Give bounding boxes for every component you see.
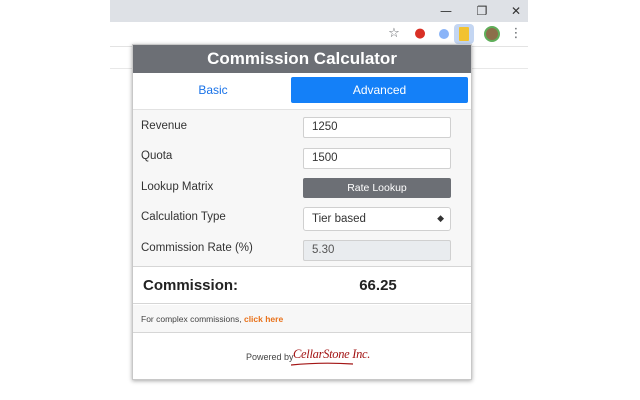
revenue-input[interactable]: 1250: [303, 117, 451, 138]
commission-calculator-extension-icon[interactable]: [454, 24, 474, 44]
mode-tabs: Basic Advanced: [133, 73, 471, 107]
commission-label: Commission:: [143, 277, 239, 294]
tab-basic[interactable]: Basic: [143, 77, 283, 103]
menu-kebab-icon[interactable]: ⋮: [508, 26, 524, 42]
calculation-type-value: Tier based: [312, 213, 366, 225]
revenue-label: Revenue: [141, 120, 188, 132]
cellarstone-logo[interactable]: CellarStone Inc.: [293, 347, 370, 362]
lookup-matrix-label: Lookup Matrix: [141, 181, 214, 193]
select-updown-icon: ◆: [437, 214, 444, 224]
commission-rate-label: Commission Rate (%): [141, 242, 253, 254]
popup-title: Commission Calculator: [133, 45, 471, 73]
note-text: For complex commissions,: [141, 314, 244, 324]
calculation-type-label: Calculation Type: [141, 211, 226, 223]
complex-commissions-note: For complex commissions, click here: [133, 305, 471, 333]
commission-value: 66.25: [359, 277, 397, 294]
star-icon[interactable]: ☆: [386, 26, 402, 42]
logo-swoosh-icon: [291, 362, 353, 366]
calculation-type-select[interactable]: Tier based ◆: [303, 207, 451, 231]
commission-rate-field: 5.30: [303, 240, 451, 261]
tab-advanced[interactable]: Advanced: [291, 77, 468, 103]
powered-by-text: Powered by: [246, 352, 294, 362]
click-here-link[interactable]: click here: [244, 314, 283, 324]
commission-calculator-popup: Commission Calculator Basic Advanced Rev…: [132, 44, 472, 380]
red-extension-icon[interactable]: ●: [412, 26, 428, 42]
profile-avatar-icon[interactable]: [484, 26, 500, 42]
popup-footer: Powered by CellarStone Inc.: [133, 334, 471, 379]
quota-input[interactable]: 1500: [303, 148, 451, 169]
blue-dot-extension-icon[interactable]: [439, 29, 449, 39]
quota-label: Quota: [141, 150, 173, 162]
browser-titlebar: — ❐ ✕: [110, 0, 528, 22]
calculator-form: Revenue 1250 Quota 1500 Lookup Matrix Ra…: [133, 109, 471, 267]
close-icon[interactable]: ✕: [508, 3, 524, 19]
restore-icon[interactable]: ❐: [474, 3, 490, 19]
minimize-icon[interactable]: —: [438, 3, 454, 19]
commission-result: Commission: 66.25: [133, 268, 471, 304]
rate-lookup-button[interactable]: Rate Lookup: [303, 178, 451, 198]
